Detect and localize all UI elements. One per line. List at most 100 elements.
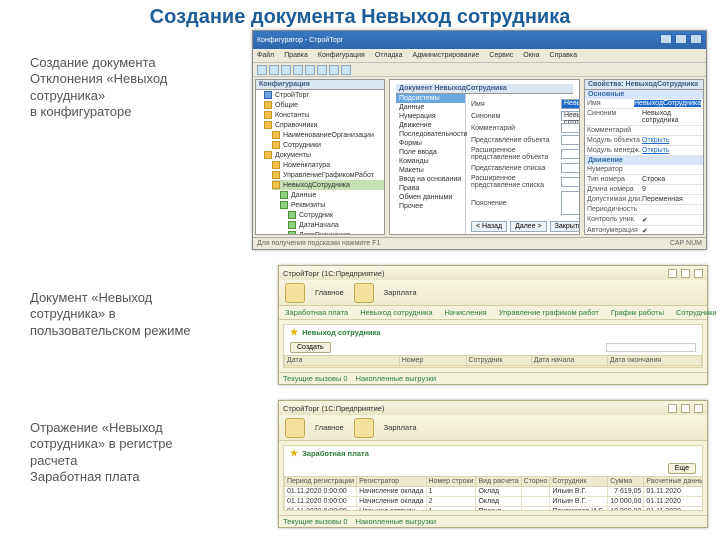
tool-icon[interactable]: [317, 65, 327, 75]
minimize-icon[interactable]: [660, 34, 672, 44]
menu-debug[interactable]: Отладка: [375, 52, 403, 59]
prop-val[interactable]: ✔: [642, 227, 701, 235]
col[interactable]: Расчетные данные: [644, 477, 703, 487]
tool-icon[interactable]: [257, 65, 267, 75]
menu-file[interactable]: Файл: [257, 52, 274, 59]
tree-item[interactable]: Документы: [264, 150, 384, 160]
tree-item-selected[interactable]: НевыходСотрудника: [272, 180, 384, 190]
doc-left-list[interactable]: Подсистемы Данные Нумерация Движение Пос…: [396, 94, 465, 211]
next-button[interactable]: Далее >: [510, 221, 547, 232]
tree-item[interactable]: Сотрудники: [272, 140, 384, 150]
prop-val[interactable]: Строка: [642, 176, 701, 183]
tree-item[interactable]: Реквизиты: [280, 200, 384, 210]
more-button[interactable]: Еще: [668, 463, 696, 474]
tool-icon[interactable]: [305, 65, 315, 75]
list-repr-field[interactable]: [561, 163, 580, 173]
tree-item[interactable]: Справочники: [264, 120, 384, 130]
comment-field[interactable]: [561, 123, 580, 133]
table-row[interactable]: 01.11.2020 0:00:00 Начисление оклада 2 О…: [285, 497, 704, 507]
close-button[interactable]: Закрыть: [550, 221, 580, 232]
close-icon[interactable]: [690, 34, 702, 44]
ext-obj-repr-field[interactable]: [561, 149, 580, 159]
col-d1[interactable]: Дата начала: [531, 356, 607, 366]
section-tab[interactable]: Главное: [315, 423, 344, 432]
tree-item[interactable]: Общие: [264, 100, 384, 110]
nav-link[interactable]: Сотрудники: [676, 308, 717, 317]
prop-val[interactable]: Открыть: [642, 137, 701, 144]
table-row[interactable]: 01.11.2020 0:00:00 Невыход сотрудн.. 1 П…: [285, 507, 704, 512]
doc-left-item[interactable]: Нумерация: [396, 112, 465, 121]
doc-left-item-active[interactable]: Подсистемы: [396, 94, 465, 103]
prop-val[interactable]: [642, 127, 701, 134]
tool-icon[interactable]: [269, 65, 279, 75]
section-icon[interactable]: [354, 283, 374, 303]
register-table[interactable]: Период регистрации Регистратор Номер стр…: [284, 476, 703, 511]
doc-left-item[interactable]: Макеты: [396, 166, 465, 175]
tree-item[interactable]: ДатаНачала: [288, 220, 384, 230]
section-icon[interactable]: [285, 418, 305, 438]
col[interactable]: Сторно: [521, 477, 550, 487]
table-row[interactable]: 30.11.2020 13:18:23 000000001 Ильин В.Г.…: [285, 366, 702, 369]
search-input[interactable]: [606, 343, 696, 352]
ext-list-repr-field[interactable]: [561, 177, 580, 187]
prop-val[interactable]: [642, 166, 701, 173]
prop-val[interactable]: [642, 206, 701, 213]
explanation-field[interactable]: [561, 191, 580, 215]
doc-left-item[interactable]: Движение: [396, 121, 465, 130]
section-tab[interactable]: Зарплата: [384, 288, 417, 297]
doc-left-item[interactable]: Обмен данными: [396, 193, 465, 202]
prop-val[interactable]: НевыходСотрудника: [634, 100, 701, 107]
col[interactable]: Номер строки: [426, 477, 476, 487]
section-icon[interactable]: [354, 418, 374, 438]
create-button[interactable]: Создать: [290, 342, 331, 353]
doc-left-item[interactable]: Последовательности: [396, 130, 465, 139]
col-d2[interactable]: Дата окончания: [607, 356, 701, 366]
col-date[interactable]: Дата: [285, 356, 400, 366]
tree-item[interactable]: НаименованиеОрганизации: [272, 130, 384, 140]
col[interactable]: Сотрудник: [550, 477, 608, 487]
doc-left-item[interactable]: Формы: [396, 139, 465, 148]
table-row[interactable]: 01.11.2020 0:00:00 Начисление оклада 1 О…: [285, 487, 704, 497]
tree-item[interactable]: Сотрудник: [288, 210, 384, 220]
synonym-field[interactable]: Невыход сотрудника: [561, 111, 580, 121]
tree-item[interactable]: УправлениеГрафикомРабот: [272, 170, 384, 180]
maximize-icon[interactable]: [681, 269, 690, 278]
close-icon[interactable]: [694, 269, 703, 278]
obj-repr-field[interactable]: [561, 135, 580, 145]
tool-icon[interactable]: [293, 65, 303, 75]
section-tab[interactable]: Главное: [315, 288, 344, 297]
close-icon[interactable]: [694, 404, 703, 413]
tree-item[interactable]: ДатаОкончания: [288, 230, 384, 235]
name-field[interactable]: НевыходСотрудника: [561, 99, 580, 109]
maximize-icon[interactable]: [675, 34, 687, 44]
tool-icon[interactable]: [329, 65, 339, 75]
col[interactable]: Вид расчета: [476, 477, 521, 487]
document-table[interactable]: Дата Номер Сотрудник Дата начала Дата ок…: [284, 355, 702, 368]
prop-val[interactable]: ✔: [642, 216, 701, 224]
menu-configuration[interactable]: Конфигурация: [318, 52, 365, 59]
doc-left-item[interactable]: Команды: [396, 157, 465, 166]
doc-left-item[interactable]: Данные: [396, 103, 465, 112]
nav-link[interactable]: Управление графиком работ: [499, 308, 599, 317]
tool-icon[interactable]: [341, 65, 351, 75]
section-icon[interactable]: [285, 283, 305, 303]
tree-item[interactable]: СтройТорг: [264, 90, 384, 100]
doc-left-item[interactable]: Ввод на основании: [396, 175, 465, 184]
prop-val[interactable]: Переменная: [642, 196, 701, 203]
col[interactable]: Регистратор: [357, 477, 426, 487]
doc-left-item[interactable]: Поле ввода: [396, 148, 465, 157]
maximize-icon[interactable]: [681, 404, 690, 413]
config-tree[interactable]: СтройТорг Общие Константы Справочники На…: [256, 90, 384, 235]
menu-help[interactable]: Справка: [550, 52, 577, 59]
nav-link[interactable]: График работы: [611, 308, 664, 317]
minimize-icon[interactable]: [668, 269, 677, 278]
minimize-icon[interactable]: [668, 404, 677, 413]
section-tab[interactable]: Зарплата: [384, 423, 417, 432]
nav-link[interactable]: Невыход сотрудника: [360, 308, 432, 317]
nav-link[interactable]: Начисления: [445, 308, 487, 317]
tree-item[interactable]: Данные: [280, 190, 384, 200]
tree-item[interactable]: Номенклатура: [272, 160, 384, 170]
prop-val[interactable]: 9: [642, 186, 701, 193]
menu-edit[interactable]: Правка: [284, 52, 308, 59]
col-num[interactable]: Номер: [399, 356, 466, 366]
